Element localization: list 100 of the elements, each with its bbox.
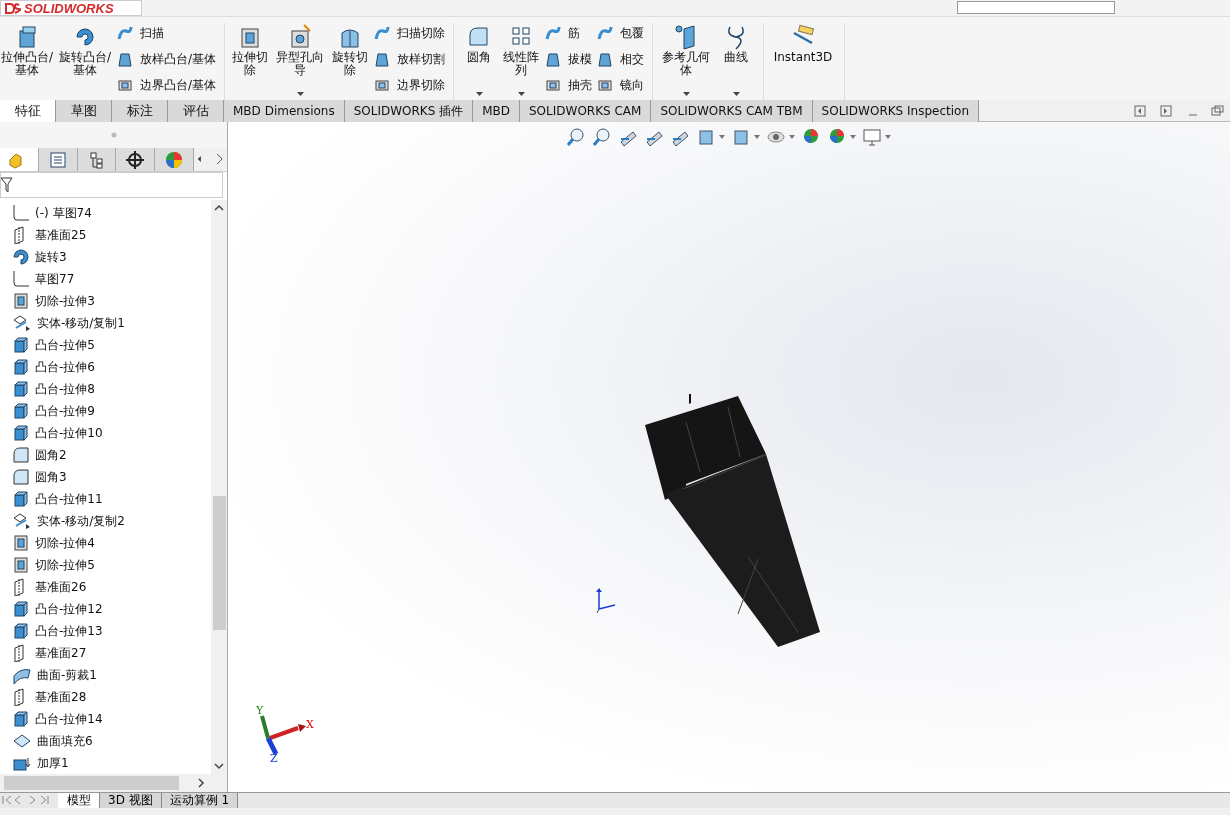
ribbon-button[interactable]: 拉伸切除 xyxy=(231,23,270,96)
panel-tab[interactable] xyxy=(77,148,117,171)
ribbon-button[interactable]: 圆角 xyxy=(460,23,499,96)
tree-item[interactable]: 切除-拉伸4 xyxy=(0,532,211,554)
ribbon-button[interactable]: 镜向 xyxy=(596,74,645,96)
boss-extrude-icon xyxy=(12,490,30,508)
ribbon-button[interactable]: 扫描切除 xyxy=(373,23,446,45)
tree-item[interactable]: 凸台-拉伸13 xyxy=(0,620,211,642)
ribbon-tab[interactable]: SOLIDWORKS 插件 xyxy=(344,100,474,122)
tree-item[interactable]: 凸台-拉伸8 xyxy=(0,378,211,400)
tree-item[interactable]: 切除-拉伸3 xyxy=(0,290,211,312)
model-tab[interactable]: 模型 xyxy=(58,793,100,808)
filter-icon[interactable] xyxy=(1,177,13,193)
grip-icon[interactable] xyxy=(110,132,117,138)
tree-item[interactable]: 基准面28 xyxy=(0,686,211,708)
scroll-right-icon[interactable] xyxy=(197,778,205,788)
ribbon-tab[interactable]: MBD xyxy=(473,100,520,122)
tree-item[interactable]: 圆角2 xyxy=(0,444,211,466)
tree-item[interactable]: 凸台-拉伸5 xyxy=(0,334,211,356)
window-controls-icon[interactable] xyxy=(1134,105,1224,117)
scrollbar-thumb[interactable] xyxy=(213,496,226,630)
ribbon-tab[interactable]: 特征 xyxy=(0,100,56,122)
dropdown-caret-icon[interactable] xyxy=(732,92,740,96)
ribbon-button[interactable]: 曲线 xyxy=(717,23,756,96)
tree-item[interactable]: 基准面26 xyxy=(0,576,211,598)
tree-item[interactable]: 草图77 xyxy=(0,268,211,290)
scroll-up-icon[interactable] xyxy=(214,204,224,212)
vertical-scrollbar[interactable] xyxy=(211,200,227,774)
ribbon-tab[interactable]: MBD Dimensions xyxy=(224,100,345,122)
display-settings-icon[interactable] xyxy=(862,127,882,147)
tree-item[interactable]: 加厚1 xyxy=(0,752,211,774)
panel-tab[interactable] xyxy=(116,148,156,171)
ribbon-button[interactable]: 边界凸台/基体 xyxy=(116,74,217,96)
zoom-area-icon[interactable] xyxy=(592,127,612,147)
appearance-icon xyxy=(164,149,185,170)
tree-item-label: 基准面27 xyxy=(35,644,87,662)
boss-extrude-icon xyxy=(12,380,30,398)
tree-item[interactable]: 圆角3 xyxy=(0,466,211,488)
ribbon-tab[interactable]: 评估 xyxy=(168,100,224,122)
surface-trim-icon xyxy=(12,666,32,684)
tree-item[interactable]: 凸台-拉伸6 xyxy=(0,356,211,378)
tree-item[interactable]: (-) 草图74 xyxy=(0,202,211,224)
dropdown-caret-icon[interactable] xyxy=(517,92,525,96)
ribbon-button[interactable]: 参考几何体 xyxy=(659,23,714,96)
ribbon-button[interactable]: 筋 xyxy=(544,23,593,45)
fillet-icon xyxy=(12,468,30,486)
boss-extrude-icon xyxy=(12,600,30,618)
model-tab[interactable]: 运动算例 1 xyxy=(161,793,239,808)
ribbon-button[interactable]: 拔模 xyxy=(544,48,593,71)
dropdown-caret-icon[interactable] xyxy=(850,135,856,139)
tree-item-label: 曲面-剪裁1 xyxy=(37,666,97,684)
dropdown-caret-icon[interactable] xyxy=(719,135,725,139)
zoom-to-fit-icon[interactable] xyxy=(566,127,586,147)
ribbon-tab[interactable]: SOLIDWORKS CAM TBM xyxy=(651,100,813,122)
ribbon-tab[interactable]: 草图 xyxy=(56,100,112,122)
ribbon-button[interactable]: 线性阵列 xyxy=(502,23,541,96)
dropdown-caret-icon[interactable] xyxy=(885,135,891,139)
boss-extrude-icon xyxy=(12,710,30,728)
ribbon-button[interactable]: 旋转凸台/基体 xyxy=(58,23,112,96)
tree-item-label: 曲面填充6 xyxy=(37,732,93,750)
scroll-down-icon[interactable] xyxy=(214,762,224,770)
dropdown-caret-icon[interactable] xyxy=(475,92,483,96)
tree-item[interactable]: 实体-移动/复制1 xyxy=(0,312,211,334)
ribbon-button[interactable]: 抽壳 xyxy=(544,74,593,96)
dropdown-caret-icon[interactable] xyxy=(754,135,760,139)
tree-item[interactable]: 切除-拉伸5 xyxy=(0,554,211,576)
ribbon-button[interactable]: 相交 xyxy=(596,48,645,71)
tree-item[interactable]: 基准面25 xyxy=(0,224,211,246)
tree-item[interactable]: 凸台-拉伸11 xyxy=(0,488,211,510)
ribbon-button[interactable]: 旋转切除 xyxy=(331,23,370,96)
ribbon-button[interactable]: 扫描 xyxy=(116,23,217,45)
ribbon-button[interactable]: Instant3D xyxy=(770,23,837,96)
ribbon-tab[interactable]: SOLIDWORKS CAM xyxy=(520,100,652,122)
ribbon-tab[interactable]: 标注 xyxy=(112,100,168,122)
ribbon-button[interactable]: 拉伸凸台/基体 xyxy=(0,23,54,96)
dropdown-caret-icon[interactable] xyxy=(682,92,690,96)
dropdown-caret-icon[interactable] xyxy=(789,135,795,139)
tree-item[interactable]: 曲面填充6 xyxy=(0,730,211,752)
boss-extrude-icon xyxy=(12,622,30,640)
tree-item[interactable]: 基准面27 xyxy=(0,642,211,664)
model-tab[interactable]: 3D 视图 xyxy=(100,793,162,808)
horizontal-scrollbar[interactable] xyxy=(0,774,227,792)
ribbon-button[interactable]: 放样切割 xyxy=(373,48,446,71)
tree-item[interactable]: 凸台-拉伸9 xyxy=(0,400,211,422)
tree-item[interactable]: 凸台-拉伸12 xyxy=(0,598,211,620)
tree-item[interactable]: 实体-移动/复制2 xyxy=(0,510,211,532)
feature-icon xyxy=(596,50,615,69)
tree-item[interactable]: 凸台-拉伸14 xyxy=(0,708,211,730)
ribbon-button[interactable]: 异型孔向导 xyxy=(273,23,328,96)
dropdown-caret-icon[interactable] xyxy=(296,92,304,96)
tree-item[interactable]: 旋转3 xyxy=(0,246,211,268)
ribbon-button[interactable]: 放样凸台/基体 xyxy=(116,48,217,71)
revolve-icon xyxy=(12,248,30,266)
tree-item[interactable]: 曲面-剪裁1 xyxy=(0,664,211,686)
ribbon-tab[interactable]: SOLIDWORKS Inspection xyxy=(812,100,980,122)
sheet-nav-icon[interactable] xyxy=(0,793,52,807)
ribbon-button[interactable]: 边界切除 xyxy=(373,74,446,96)
ribbon-button[interactable]: 包覆 xyxy=(596,23,645,45)
search-field[interactable] xyxy=(957,1,1115,14)
tree-item[interactable]: 凸台-拉伸10 xyxy=(0,422,211,444)
